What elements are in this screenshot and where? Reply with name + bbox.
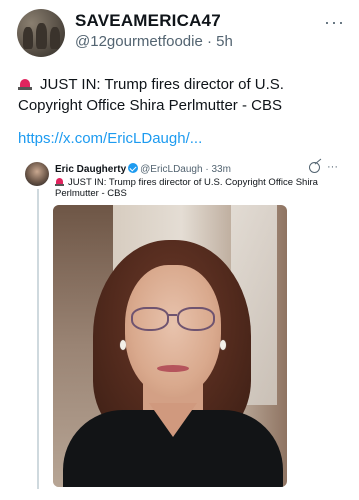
quoted-timestamp[interactable]: 33m — [211, 164, 230, 175]
photo-mouth — [157, 365, 189, 372]
verified-badge-icon — [128, 163, 139, 173]
photo-face — [125, 265, 221, 397]
grok-icon[interactable] — [309, 161, 320, 173]
quoted-author-name[interactable]: Eric Daugherty — [55, 164, 126, 175]
author-meta: @12gourmetfoodie · 5h — [75, 33, 233, 50]
quoted-more-icon[interactable]: ··· — [327, 161, 338, 173]
police-siren-icon — [18, 77, 32, 90]
quote-thread-line — [37, 189, 39, 489]
author-avatar[interactable] — [17, 9, 65, 57]
quoted-author-avatar[interactable] — [25, 162, 49, 186]
photo-earring-left — [120, 340, 126, 350]
quoted-author-row[interactable]: Eric Daugherty @EricLDaugh · 33m — [55, 163, 231, 175]
photo-glasses — [131, 307, 215, 331]
quoted-meta-separator: · — [205, 164, 209, 175]
quoted-text: JUST IN: Trump fires director of U.S. Co… — [55, 177, 345, 199]
post-text: JUST IN: Trump fires director of U.S. Co… — [18, 74, 348, 116]
author-handle[interactable]: @12gourmetfoodie — [75, 33, 203, 50]
post-timestamp[interactable]: 5h — [216, 33, 233, 50]
photo-earring-right — [220, 340, 226, 350]
more-options-icon[interactable]: ··· — [324, 12, 345, 33]
author-name[interactable]: SAVEAMERICA47 — [75, 11, 221, 31]
quoted-author-handle[interactable]: @EricLDaugh — [140, 164, 202, 175]
post-text-content: JUST IN: Trump fires director of U.S. Co… — [18, 76, 284, 114]
photo-neckline — [149, 403, 197, 437]
post-link[interactable]: https://x.com/EricLDaugh/... — [18, 130, 202, 147]
quoted-photo[interactable] — [53, 205, 287, 487]
quoted-text-content: JUST IN: Trump fires director of U.S. Co… — [55, 177, 318, 199]
police-siren-icon — [55, 177, 64, 186]
quoted-actions: ··· — [309, 161, 338, 173]
meta-separator: · — [206, 33, 212, 50]
